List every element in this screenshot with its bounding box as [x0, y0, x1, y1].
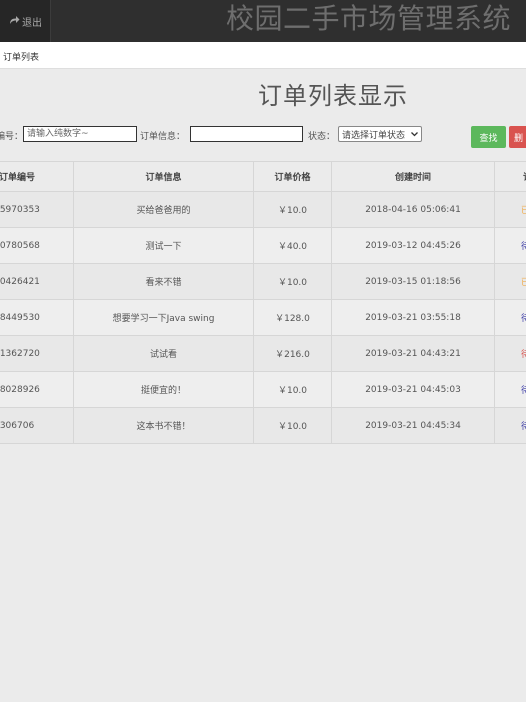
order-info-cell: 买给爸爸用的: [73, 191, 254, 228]
app-title: 校园二手市场管理系统: [226, 2, 512, 35]
logout-button[interactable]: 退出: [0, 0, 51, 42]
status-select[interactable]: 请选择订单状态: [338, 126, 422, 142]
col-header-order-no: 订单编号: [0, 161, 74, 192]
share-arrow-icon: [9, 15, 20, 28]
table-header-row: 订单编号 订单信息 订单价格 创建时间 订: [0, 161, 526, 192]
price-cell: ￥10.0: [253, 263, 332, 300]
order-no-cell: 18028926: [0, 371, 74, 408]
status-select-value: 请选择订单状态: [342, 130, 406, 141]
status-cell[interactable]: 已: [494, 263, 526, 300]
table-row[interactable]: 85970353买给爸爸用的￥10.02018-04-16 05:06:41已: [0, 191, 526, 228]
table-row[interactable]: 70426421看来不错￥10.02019-03-15 01:18:56已: [0, 263, 526, 300]
order-info-input[interactable]: [190, 126, 303, 142]
created-time-cell: 2018-04-16 05:06:41: [331, 191, 495, 228]
page-title: 订单列表显示: [258, 82, 408, 110]
order-info-label: 订单信息：: [140, 132, 186, 142]
table-row[interactable]: 70780568测试一下￥40.02019-03-12 04:45:26待: [0, 227, 526, 264]
order-no-cell: 70780568: [0, 227, 74, 264]
status-cell[interactable]: 待: [494, 227, 526, 264]
order-no-cell: 306706: [0, 407, 74, 444]
order-info-cell: 想要学习一下Java swing: [73, 299, 254, 336]
price-cell: ￥216.0: [253, 335, 332, 372]
status-label: 状态：: [308, 132, 336, 142]
price-cell: ￥10.0: [253, 191, 332, 228]
order-info-cell: 挺便宜的！: [73, 371, 254, 408]
order-info-cell: 这本书不错！: [73, 407, 254, 444]
order-no-cell: 70426421: [0, 263, 74, 300]
table-row[interactable]: 306706这本书不错！￥10.02019-03-21 04:45:34待: [0, 407, 526, 444]
table-row[interactable]: 11362720试试看￥216.02019-03-21 04:43:21待: [0, 335, 526, 372]
price-cell: ￥10.0: [253, 371, 332, 408]
logout-label: 退出: [22, 17, 42, 29]
chevron-down-icon: [411, 132, 418, 137]
order-no-label: 编号：: [0, 132, 24, 142]
col-header-order-info: 订单信息: [73, 161, 254, 192]
delete-button[interactable]: 删: [509, 126, 526, 148]
breadcrumb[interactable]: 订单列表: [3, 50, 39, 63]
top-navbar: 退出 校园二手市场管理系统: [0, 0, 526, 42]
order-no-cell: 11362720: [0, 335, 74, 372]
col-header-created-time: 创建时间: [331, 161, 495, 192]
col-header-status: 订: [494, 161, 526, 192]
created-time-cell: 2019-03-12 04:45:26: [331, 227, 495, 264]
order-info-cell: 试试看: [73, 335, 254, 372]
price-cell: ￥40.0: [253, 227, 332, 264]
created-time-cell: 2019-03-21 03:55:18: [331, 299, 495, 336]
status-cell[interactable]: 待: [494, 299, 526, 336]
col-header-price: 订单价格: [253, 161, 332, 192]
status-cell[interactable]: 待: [494, 371, 526, 408]
search-button[interactable]: 查找: [471, 126, 506, 148]
order-info-cell: 测试一下: [73, 227, 254, 264]
order-no-input[interactable]: [23, 126, 137, 142]
price-cell: ￥10.0: [253, 407, 332, 444]
status-cell[interactable]: 已: [494, 191, 526, 228]
created-time-cell: 2019-03-21 04:43:21: [331, 335, 495, 372]
created-time-cell: 2019-03-21 04:45:03: [331, 371, 495, 408]
price-cell: ￥128.0: [253, 299, 332, 336]
order-info-cell: 看来不错: [73, 263, 254, 300]
status-cell[interactable]: 待: [494, 335, 526, 372]
status-cell[interactable]: 待: [494, 407, 526, 444]
created-time-cell: 2019-03-21 04:45:34: [331, 407, 495, 444]
order-no-cell: 85970353: [0, 191, 74, 228]
order-no-cell: 28449530: [0, 299, 74, 336]
created-time-cell: 2019-03-15 01:18:56: [331, 263, 495, 300]
table-row[interactable]: 28449530想要学习一下Java swing￥128.02019-03-21…: [0, 299, 526, 336]
orders-table: 订单编号 订单信息 订单价格 创建时间 订 85970353买给爸爸用的￥10.…: [0, 161, 526, 445]
breadcrumb-bar: 订单列表: [0, 42, 526, 69]
table-row[interactable]: 18028926挺便宜的！￥10.02019-03-21 04:45:03待: [0, 371, 526, 408]
